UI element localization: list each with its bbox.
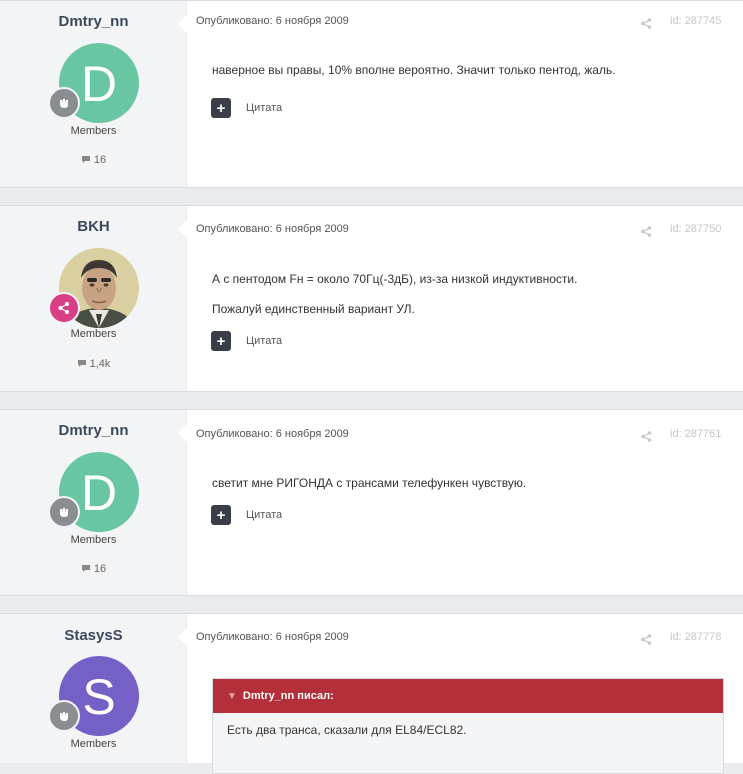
comment-icon: [77, 360, 86, 367]
user-group: Members: [70, 738, 117, 750]
post-count[interactable]: 16: [0, 563, 187, 575]
avatar-letter: D: [80, 56, 118, 112]
author-panel: BKH Members 1,4k: [0, 206, 187, 391]
post-count[interactable]: 1,4k: [0, 358, 187, 370]
post-count-value: 1,4k: [89, 358, 111, 370]
user-group: Members: [70, 125, 117, 137]
rank-badge-icon: [48, 292, 80, 324]
post-date[interactable]: 6 ноября 2009: [276, 223, 349, 235]
meta-prefix: Опубликовано:: [196, 428, 276, 440]
comment-icon: [81, 565, 90, 572]
post-meta: Опубликовано: 6 ноября 2009: [196, 223, 349, 235]
quote-label: Цитата: [246, 102, 283, 114]
post-content: светит мне РИГОНДА с трансами телефункен…: [212, 476, 723, 506]
share-icon[interactable]: [641, 632, 652, 650]
post-date[interactable]: 6 ноября 2009: [276, 15, 349, 27]
quote-label: Цитата: [246, 335, 283, 347]
author-name-link[interactable]: BKH: [0, 218, 187, 235]
post: BKH Members 1,4k Опубликовано: 6 ноября …: [0, 205, 743, 392]
post: Dmtry_nn D Members 16 Опубликовано: 6 но…: [0, 0, 743, 188]
author-name-link[interactable]: Dmtry_nn: [0, 13, 187, 30]
plus-icon: +: [211, 98, 231, 118]
post-meta: Опубликовано: 6 ноября 2009: [196, 631, 349, 643]
author-panel: Dmtry_nn D Members 16: [0, 1, 187, 187]
quote-label: Цитата: [246, 509, 283, 521]
author-notch: [178, 628, 187, 646]
quote-button[interactable]: + Цитата: [211, 505, 282, 525]
post-content: наверное вы правы, 10% вполне вероятно. …: [212, 63, 723, 93]
user-group: Members: [70, 328, 117, 340]
post-id-link[interactable]: id: 287778: [670, 631, 721, 643]
comment-icon: [81, 156, 90, 163]
plus-icon: +: [211, 505, 231, 525]
avatar-letter: D: [80, 465, 118, 521]
author-panel: Dmtry_nn D Members 16: [0, 410, 187, 595]
quote-header[interactable]: ▼ Dmtry_nn писал:: [213, 679, 723, 713]
share-icon[interactable]: [641, 16, 652, 34]
post-paragraph: А с пентодом Fн = около 70Гц(-3дБ), из-з…: [212, 272, 578, 286]
post-paragraph: наверное вы правы, 10% вполне вероятно. …: [212, 63, 616, 77]
meta-prefix: Опубликовано:: [196, 631, 276, 643]
post-count-value: 16: [93, 154, 107, 166]
post-count-value: 16: [93, 563, 107, 575]
quote-block: ▼ Dmtry_nn писал: Есть два транса, сказа…: [212, 678, 724, 774]
rank-badge-icon: [48, 496, 80, 528]
post-count[interactable]: 16: [0, 154, 187, 166]
meta-prefix: Опубликовано:: [196, 223, 276, 235]
chevron-down-icon: ▼: [227, 690, 237, 702]
quote-body: Есть два транса, сказали для EL84/ECL82.: [213, 713, 723, 773]
post-id-link[interactable]: id: 287761: [670, 428, 721, 440]
post-date[interactable]: 6 ноября 2009: [276, 428, 349, 440]
author-name-link[interactable]: Dmtry_nn: [0, 422, 187, 439]
post-paragraph: светит мне РИГОНДА с трансами телефункен…: [212, 476, 527, 490]
author-name-link[interactable]: StasysS: [0, 627, 187, 644]
post-meta: Опубликовано: 6 ноября 2009: [196, 428, 349, 440]
quote-author: Dmtry_nn писал:: [242, 690, 334, 702]
meta-prefix: Опубликовано:: [196, 15, 276, 27]
post-content: А с пентодом Fн = около 70Гц(-3дБ), из-з…: [212, 272, 723, 332]
quote-text: Есть два транса, сказали для EL84/ECL82.: [227, 723, 467, 737]
share-icon[interactable]: [641, 429, 652, 447]
rank-badge-icon: [48, 700, 80, 732]
author-panel: StasysS S Members: [0, 614, 187, 763]
post: StasysS S Members Опубликовано: 6 ноября…: [0, 613, 743, 774]
quote-button[interactable]: + Цитата: [211, 331, 282, 351]
post-meta: Опубликовано: 6 ноября 2009: [196, 15, 349, 27]
user-group: Members: [70, 534, 117, 546]
rank-badge-icon: [48, 87, 80, 119]
post-id-link[interactable]: id: 287750: [670, 223, 721, 235]
share-icon[interactable]: [641, 224, 652, 242]
post: Dmtry_nn D Members 16 Опубликовано: 6 но…: [0, 409, 743, 596]
avatar-letter: S: [82, 669, 116, 725]
plus-icon: +: [211, 331, 231, 351]
author-notch: [178, 424, 187, 442]
quote-button[interactable]: + Цитата: [211, 98, 282, 118]
post-id-link[interactable]: id: 287745: [670, 15, 721, 27]
post-date[interactable]: 6 ноября 2009: [276, 631, 349, 643]
author-notch: [178, 220, 187, 238]
author-notch: [178, 15, 187, 33]
post-paragraph: Пожалуй единственный вариант УЛ.: [212, 302, 415, 316]
